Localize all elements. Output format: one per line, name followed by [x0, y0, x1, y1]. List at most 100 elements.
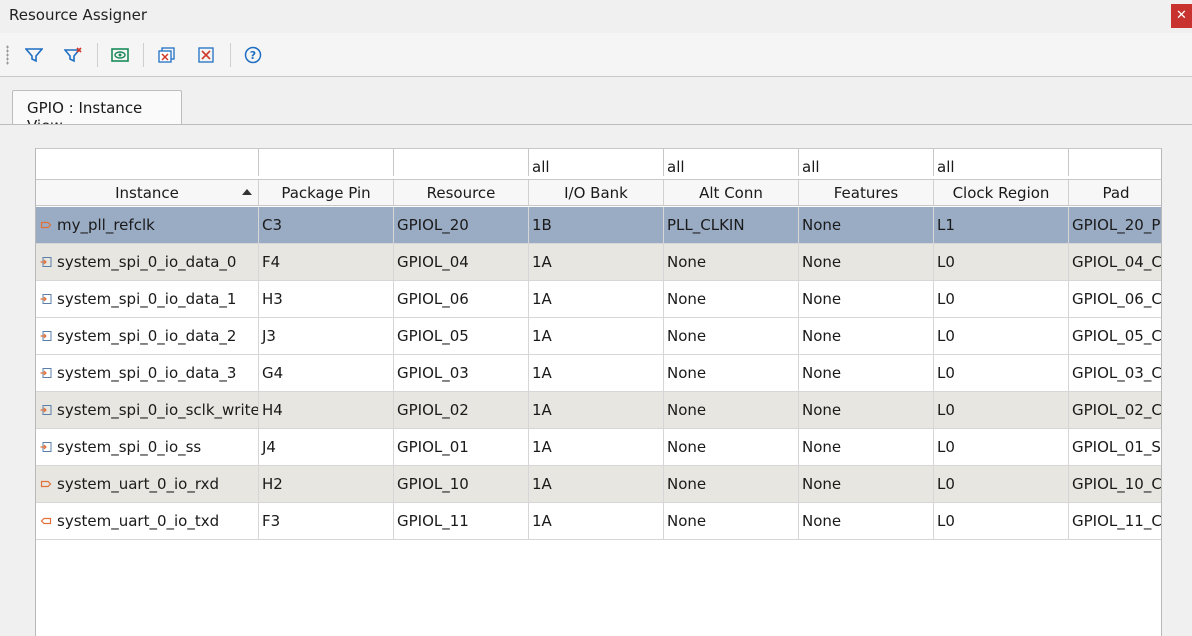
- cell-package-pin[interactable]: J3: [259, 318, 394, 354]
- cell-pad[interactable]: GPIOL_11_CDI: [1069, 503, 1161, 539]
- table-row[interactable]: system_spi_0_io_sclk_write H4 GPIOL_02 1A No…: [36, 392, 1161, 429]
- cell-clock-region[interactable]: L0: [934, 281, 1069, 317]
- cell-resource[interactable]: GPIOL_11: [394, 503, 529, 539]
- cell-resource[interactable]: GPIOL_20: [394, 207, 529, 243]
- show-view-button[interactable]: [109, 44, 131, 66]
- cell-io-bank[interactable]: 1A: [529, 318, 664, 354]
- cell-pad[interactable]: GPIOL_20_PLLIN: [1069, 207, 1161, 243]
- filter-clock-region[interactable]: all: [934, 149, 1069, 176]
- cell-package-pin[interactable]: G4: [259, 355, 394, 391]
- cell-features[interactable]: None: [799, 429, 934, 465]
- filter-io-bank[interactable]: all: [529, 149, 664, 176]
- filter-package-pin[interactable]: [259, 149, 394, 176]
- cell-resource[interactable]: GPIOL_05: [394, 318, 529, 354]
- cell-features[interactable]: None: [799, 281, 934, 317]
- cell-pad[interactable]: GPIOL_02_CCK: [1069, 392, 1161, 428]
- cell-resource[interactable]: GPIOL_10: [394, 466, 529, 502]
- cell-features[interactable]: None: [799, 207, 934, 243]
- cell-package-pin[interactable]: F4: [259, 244, 394, 280]
- cell-clock-region[interactable]: L0: [934, 466, 1069, 502]
- filter-resource[interactable]: [394, 149, 529, 176]
- cell-io-bank[interactable]: 1B: [529, 207, 664, 243]
- column-header-features[interactable]: Features: [799, 180, 934, 206]
- toolbar-grip[interactable]: [6, 45, 9, 65]
- column-header-resource[interactable]: Resource: [394, 180, 529, 206]
- delete-all-button[interactable]: [156, 44, 178, 66]
- cell-package-pin[interactable]: C3: [259, 207, 394, 243]
- table-row[interactable]: system_uart_0_io_txd F3 GPIOL_11 1A None None…: [36, 503, 1161, 540]
- cell-clock-region[interactable]: L0: [934, 392, 1069, 428]
- cell-package-pin[interactable]: J4: [259, 429, 394, 465]
- cell-pad[interactable]: GPIOL_06_CDI: [1069, 281, 1161, 317]
- column-header-io-bank[interactable]: I/O Bank: [529, 180, 664, 206]
- filter-button[interactable]: [23, 44, 45, 66]
- cell-resource[interactable]: GPIOL_04: [394, 244, 529, 280]
- cell-io-bank[interactable]: 1A: [529, 503, 664, 539]
- cell-alt-conn[interactable]: None: [664, 318, 799, 354]
- cell-alt-conn[interactable]: None: [664, 429, 799, 465]
- cell-io-bank[interactable]: 1A: [529, 392, 664, 428]
- tab-gpio-instance-view[interactable]: GPIO : Instance View: [12, 90, 182, 135]
- cell-clock-region[interactable]: L1: [934, 207, 1069, 243]
- cell-alt-conn[interactable]: None: [664, 503, 799, 539]
- cell-io-bank[interactable]: 1A: [529, 429, 664, 465]
- cell-io-bank[interactable]: 1A: [529, 244, 664, 280]
- clear-filter-button[interactable]: [62, 44, 84, 66]
- cell-alt-conn[interactable]: None: [664, 281, 799, 317]
- cell-instance[interactable]: system_uart_0_io_rxd: [36, 466, 259, 502]
- cell-package-pin[interactable]: H3: [259, 281, 394, 317]
- cell-features[interactable]: None: [799, 392, 934, 428]
- filter-alt-conn[interactable]: all: [664, 149, 799, 176]
- table-row[interactable]: system_spi_0_io_data_3 G4 GPIOL_03 1A None No…: [36, 355, 1161, 392]
- cell-instance[interactable]: system_spi_0_io_sclk_write: [36, 392, 259, 428]
- filter-instance[interactable]: [36, 149, 259, 176]
- column-header-alt-conn[interactable]: Alt Conn: [664, 180, 799, 206]
- cell-alt-conn[interactable]: None: [664, 392, 799, 428]
- filter-pad[interactable]: [1069, 149, 1161, 176]
- cell-instance[interactable]: my_pll_refclk: [36, 207, 259, 243]
- cell-resource[interactable]: GPIOL_03: [394, 355, 529, 391]
- table-row[interactable]: system_spi_0_io_data_0 F4 GPIOL_04 1A None No…: [36, 244, 1161, 281]
- cell-instance[interactable]: system_spi_0_io_data_0: [36, 244, 259, 280]
- help-button[interactable]: ?: [242, 44, 264, 66]
- cell-instance[interactable]: system_uart_0_io_txd: [36, 503, 259, 539]
- cell-clock-region[interactable]: L0: [934, 355, 1069, 391]
- cell-features[interactable]: None: [799, 355, 934, 391]
- delete-button[interactable]: [195, 44, 217, 66]
- cell-pad[interactable]: GPIOL_05_CDI: [1069, 318, 1161, 354]
- cell-instance[interactable]: system_spi_0_io_ss: [36, 429, 259, 465]
- column-header-pad[interactable]: Pad: [1069, 180, 1161, 206]
- cell-io-bank[interactable]: 1A: [529, 281, 664, 317]
- table-row[interactable]: system_uart_0_io_rxd H2 GPIOL_10 1A None None…: [36, 466, 1161, 503]
- cell-pad[interactable]: GPIOL_04_CDI: [1069, 244, 1161, 280]
- cell-alt-conn[interactable]: None: [664, 244, 799, 280]
- cell-features[interactable]: None: [799, 244, 934, 280]
- cell-alt-conn[interactable]: PLL_CLKIN: [664, 207, 799, 243]
- filter-features[interactable]: all: [799, 149, 934, 176]
- cell-io-bank[interactable]: 1A: [529, 466, 664, 502]
- cell-clock-region[interactable]: L0: [934, 503, 1069, 539]
- cell-features[interactable]: None: [799, 503, 934, 539]
- cell-pad[interactable]: GPIOL_03_CDI: [1069, 355, 1161, 391]
- cell-pad[interactable]: GPIOL_01_SS: [1069, 429, 1161, 465]
- cell-clock-region[interactable]: L0: [934, 244, 1069, 280]
- close-button[interactable]: ✕: [1171, 4, 1192, 28]
- column-header-package-pin[interactable]: Package Pin: [259, 180, 394, 206]
- table-row[interactable]: system_spi_0_io_data_1 H3 GPIOL_06 1A None No…: [36, 281, 1161, 318]
- cell-instance[interactable]: system_spi_0_io_data_3: [36, 355, 259, 391]
- cell-package-pin[interactable]: H4: [259, 392, 394, 428]
- cell-package-pin[interactable]: H2: [259, 466, 394, 502]
- cell-resource[interactable]: GPIOL_01: [394, 429, 529, 465]
- table-row[interactable]: system_spi_0_io_ss J4 GPIOL_01 1A None None L0…: [36, 429, 1161, 466]
- cell-instance[interactable]: system_spi_0_io_data_2: [36, 318, 259, 354]
- cell-alt-conn[interactable]: None: [664, 355, 799, 391]
- cell-package-pin[interactable]: F3: [259, 503, 394, 539]
- table-row[interactable]: system_spi_0_io_data_2 J3 GPIOL_05 1A None No…: [36, 318, 1161, 355]
- cell-features[interactable]: None: [799, 466, 934, 502]
- cell-instance[interactable]: system_spi_0_io_data_1: [36, 281, 259, 317]
- cell-resource[interactable]: GPIOL_02: [394, 392, 529, 428]
- cell-alt-conn[interactable]: None: [664, 466, 799, 502]
- cell-pad[interactable]: GPIOL_10_CDI: [1069, 466, 1161, 502]
- cell-clock-region[interactable]: L0: [934, 318, 1069, 354]
- cell-io-bank[interactable]: 1A: [529, 355, 664, 391]
